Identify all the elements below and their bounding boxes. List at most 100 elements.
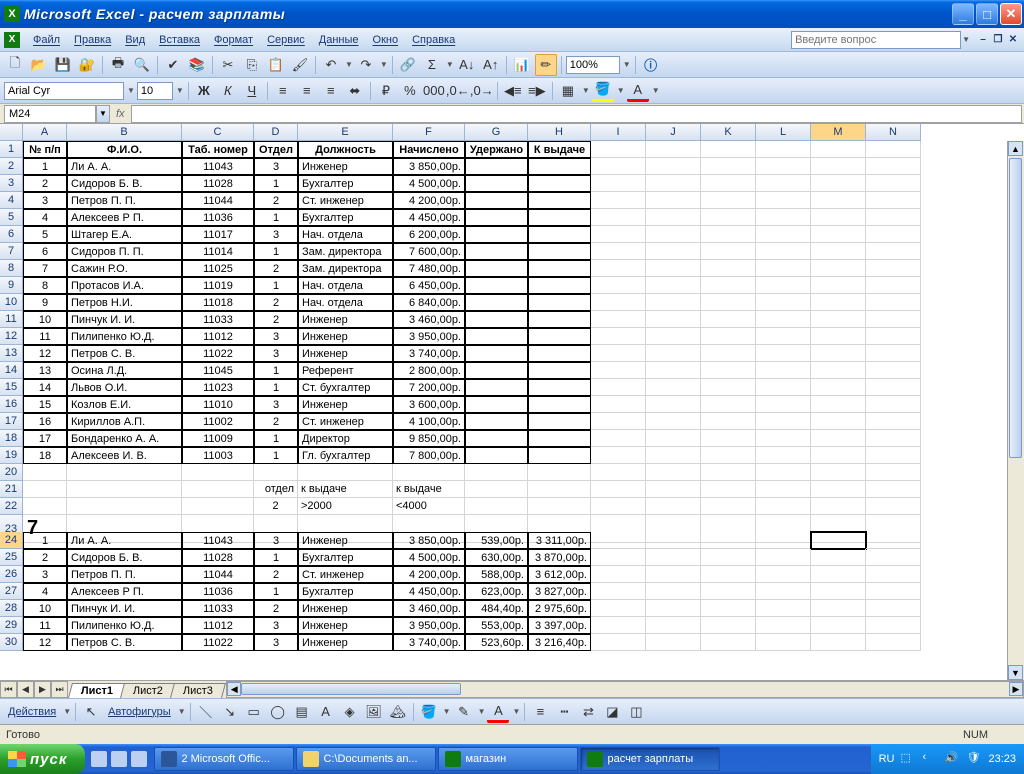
cell[interactable]: Нач. отдела: [298, 277, 393, 294]
cell[interactable]: Бухгалтер: [298, 549, 393, 566]
cell[interactable]: 3: [254, 345, 298, 362]
cell[interactable]: 11012: [182, 617, 254, 634]
cell[interactable]: [254, 464, 298, 481]
cell[interactable]: [811, 175, 866, 192]
hscroll-thumb[interactable]: [241, 683, 461, 695]
cell[interactable]: [811, 328, 866, 345]
line-style-icon[interactable]: ≡: [529, 701, 551, 723]
scroll-left-icon[interactable]: ◀: [227, 682, 241, 696]
cell[interactable]: [866, 277, 921, 294]
oval-icon[interactable]: ◯: [267, 701, 289, 723]
cell[interactable]: 11009: [182, 430, 254, 447]
cell[interactable]: 3: [254, 617, 298, 634]
quick-launch-icon[interactable]: [111, 751, 127, 767]
cell[interactable]: [811, 447, 866, 464]
cell[interactable]: 11022: [182, 345, 254, 362]
cell[interactable]: Нач. отдела: [298, 294, 393, 311]
cell[interactable]: [866, 260, 921, 277]
menu-insert[interactable]: Вставка: [152, 32, 207, 48]
cell[interactable]: 11003: [182, 447, 254, 464]
cell[interactable]: [866, 311, 921, 328]
sheet-tab-1[interactable]: Лист1: [68, 683, 126, 698]
align-center-icon[interactable]: ≡: [296, 80, 318, 102]
active-cell[interactable]: [811, 532, 866, 549]
cell[interactable]: [591, 481, 646, 498]
cell[interactable]: [811, 549, 866, 566]
cell[interactable]: Удержано: [465, 141, 528, 158]
cell[interactable]: Зам. директора: [298, 260, 393, 277]
cell[interactable]: [866, 430, 921, 447]
cell[interactable]: Козлов Е.И.: [67, 396, 182, 413]
cell[interactable]: [701, 566, 756, 583]
decrease-indent-icon[interactable]: ◀≡: [502, 80, 524, 102]
cell[interactable]: Алексеев Р П.: [67, 583, 182, 600]
cell[interactable]: [528, 481, 591, 498]
cell[interactable]: 11019: [182, 277, 254, 294]
cell[interactable]: [866, 379, 921, 396]
percent-icon[interactable]: %: [399, 80, 421, 102]
cell[interactable]: Ст. бухгалтер: [298, 379, 393, 396]
cell[interactable]: [866, 362, 921, 379]
cell[interactable]: Бухгалтер: [298, 583, 393, 600]
cell[interactable]: [528, 260, 591, 277]
cell[interactable]: [866, 634, 921, 651]
help-search[interactable]: [791, 31, 961, 49]
cell[interactable]: 29: [0, 617, 23, 634]
cell[interactable]: Петров С. В.: [67, 345, 182, 362]
cell[interactable]: [701, 583, 756, 600]
cell[interactable]: [701, 328, 756, 345]
cell[interactable]: 11044: [182, 566, 254, 583]
cell[interactable]: [811, 192, 866, 209]
horizontal-scrollbar[interactable]: ◀ ▶: [226, 681, 1024, 698]
cell[interactable]: [646, 396, 701, 413]
cell[interactable]: 11010: [182, 396, 254, 413]
cell[interactable]: [756, 583, 811, 600]
cell[interactable]: [756, 498, 811, 515]
cell[interactable]: [811, 413, 866, 430]
cell[interactable]: [646, 583, 701, 600]
cell[interactable]: [701, 362, 756, 379]
save-icon[interactable]: 💾: [52, 54, 74, 76]
shadow-icon[interactable]: ◪: [601, 701, 623, 723]
formula-input[interactable]: [131, 105, 1022, 123]
cell[interactable]: G: [465, 124, 528, 141]
cell[interactable]: [866, 617, 921, 634]
cell[interactable]: 11022: [182, 634, 254, 651]
cell[interactable]: [811, 141, 866, 158]
font-color-draw-icon[interactable]: A: [487, 701, 509, 723]
cell[interactable]: [591, 141, 646, 158]
cell[interactable]: [528, 379, 591, 396]
cell[interactable]: H: [528, 124, 591, 141]
cell[interactable]: Гл. бухгалтер: [298, 447, 393, 464]
cell[interactable]: 11043: [182, 532, 254, 549]
cell[interactable]: [811, 617, 866, 634]
cell[interactable]: [646, 277, 701, 294]
arrow-icon[interactable]: ↘: [219, 701, 241, 723]
cell[interactable]: [701, 447, 756, 464]
cell[interactable]: [811, 566, 866, 583]
cell[interactable]: [298, 464, 393, 481]
cell[interactable]: [465, 481, 528, 498]
cell[interactable]: 6: [23, 243, 67, 260]
cell[interactable]: Сажин Р.О.: [67, 260, 182, 277]
cell[interactable]: 553,00р.: [465, 617, 528, 634]
cell[interactable]: [67, 464, 182, 481]
cell[interactable]: [528, 447, 591, 464]
help-icon[interactable]: ⓘ: [640, 54, 662, 76]
currency-icon[interactable]: ₽: [375, 80, 397, 102]
cell[interactable]: Инженер: [298, 396, 393, 413]
tab-prev-icon[interactable]: ◀: [17, 681, 34, 698]
cell[interactable]: 2: [0, 158, 23, 175]
cell[interactable]: 1: [254, 209, 298, 226]
cell[interactable]: Бондаренко А. А.: [67, 430, 182, 447]
cell[interactable]: 16: [23, 413, 67, 430]
cell[interactable]: [465, 277, 528, 294]
cell[interactable]: 11044: [182, 192, 254, 209]
cell[interactable]: 3 950,00р.: [393, 328, 465, 345]
cell[interactable]: 11033: [182, 600, 254, 617]
cell[interactable]: [646, 209, 701, 226]
cell[interactable]: 4 200,00р.: [393, 566, 465, 583]
cell[interactable]: 19: [0, 447, 23, 464]
cell[interactable]: [591, 277, 646, 294]
cell[interactable]: Зам. директора: [298, 243, 393, 260]
